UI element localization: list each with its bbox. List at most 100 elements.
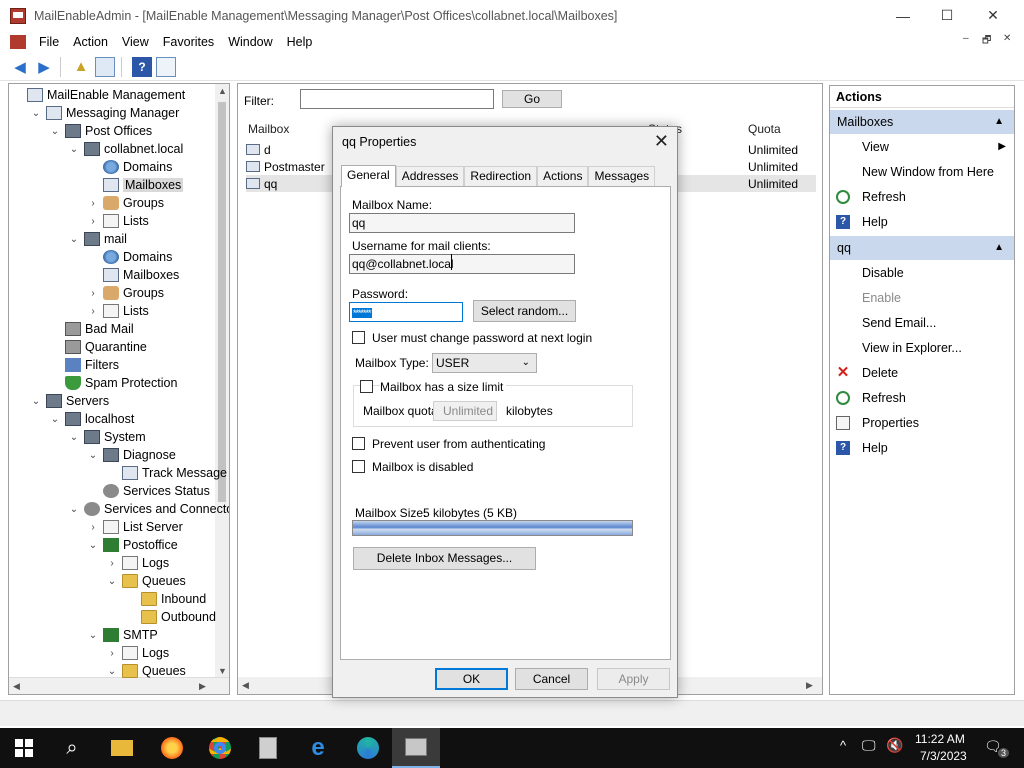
ok-button[interactable]: OK	[435, 668, 508, 690]
action-view[interactable]: View ▶	[830, 134, 1014, 159]
tab-messages[interactable]: Messages	[588, 166, 656, 186]
scroll-right-icon[interactable]: ▶	[806, 680, 813, 691]
minimize-button[interactable]: —	[880, 0, 926, 31]
collapse-icon[interactable]: ▲	[994, 236, 1004, 260]
tree-item[interactable]: Services Status	[87, 482, 210, 500]
search-icon[interactable]: ⌕	[48, 728, 96, 768]
chevron-right-icon[interactable]: ›	[87, 198, 99, 209]
chevron-down-icon[interactable]: ⌄	[49, 126, 61, 137]
chevron-down-icon[interactable]: ⌄	[87, 630, 99, 641]
collapse-icon[interactable]: ▲	[994, 110, 1004, 134]
windows-start-icon[interactable]	[0, 728, 48, 768]
help-icon[interactable]: ?	[132, 56, 152, 77]
tree-item[interactable]: Mailboxes	[87, 176, 184, 194]
chevron-down-icon[interactable]: ⌄	[68, 144, 80, 155]
edge-icon[interactable]	[344, 728, 392, 768]
chevron-down-icon[interactable]: ⌄	[68, 504, 80, 515]
forward-arrow-icon[interactable]: ▶	[34, 57, 54, 77]
chevron-down-icon[interactable]: ⌄	[87, 450, 99, 461]
action-help[interactable]: ? Help	[830, 209, 1014, 234]
scroll-left-icon[interactable]: ◀	[242, 680, 249, 691]
scroll-right-icon[interactable]: ▶	[199, 681, 206, 692]
actions-section-qq[interactable]: qq ▲	[830, 236, 1014, 260]
chevron-down-icon[interactable]: ⌄	[30, 108, 42, 119]
scroll-thumb[interactable]	[218, 102, 226, 502]
prevent-auth-checkbox[interactable]	[352, 437, 365, 450]
chevron-right-icon[interactable]: ›	[87, 216, 99, 227]
mailbox-disabled-checkbox[interactable]	[352, 460, 365, 473]
must-change-password-checkbox[interactable]	[352, 331, 365, 344]
maximize-button[interactable]: ☐	[924, 0, 970, 31]
file-explorer-icon[interactable]	[98, 728, 146, 768]
tree-item[interactable]: ⌄ Queues	[106, 662, 186, 680]
chevron-down-icon[interactable]: ⌄	[49, 414, 61, 425]
up-folder-icon[interactable]: ▲	[71, 57, 91, 77]
tab-general[interactable]: General	[341, 165, 396, 187]
scroll-up-icon[interactable]: ▲	[218, 86, 227, 96]
tree-item[interactable]: Track Message	[106, 464, 227, 482]
dialog-close-icon[interactable]: ✕	[654, 131, 669, 152]
mmc-icon[interactable]	[10, 35, 26, 49]
action-refresh[interactable]: Refresh	[830, 385, 1014, 410]
chevron-down-icon[interactable]: ⌄	[106, 576, 118, 587]
tree-item[interactable]: › Lists	[87, 212, 149, 230]
mailbox-type-select[interactable]: USER ⌄	[432, 353, 537, 373]
tab-redirection[interactable]: Redirection	[464, 166, 538, 186]
menu-action[interactable]: Action	[66, 35, 115, 49]
tree-item[interactable]: › Lists	[87, 302, 149, 320]
tree-item[interactable]: › List Server	[87, 518, 183, 536]
username-field[interactable]: qq@collabnet.local	[349, 254, 575, 274]
menu-help[interactable]: Help	[280, 35, 320, 49]
back-arrow-icon[interactable]: ◀	[10, 57, 30, 77]
tree-item[interactable]: ⌄ collabnet.local	[68, 140, 183, 158]
tab-addresses[interactable]: Addresses	[395, 166, 465, 186]
close-button[interactable]: ✕	[970, 0, 1016, 31]
tree-item[interactable]: Mailboxes	[87, 266, 179, 284]
go-button[interactable]: Go	[502, 90, 562, 108]
tree-item[interactable]: ⌄ Postoffice	[87, 536, 178, 554]
mdi-close-button[interactable]: ✕	[1003, 33, 1011, 44]
tree-item[interactable]: ⌄ System	[68, 428, 146, 446]
chevron-right-icon[interactable]: ›	[106, 558, 118, 569]
tree-item[interactable]: ⌄ SMTP	[87, 626, 158, 644]
tree-item[interactable]: Bad Mail	[49, 320, 134, 338]
tree-item[interactable]: Domains	[87, 158, 172, 176]
chevron-down-icon[interactable]: ⌄	[68, 234, 80, 245]
menu-favorites[interactable]: Favorites	[156, 35, 221, 49]
select-random-button[interactable]: Select random...	[473, 300, 576, 322]
chevron-down-icon[interactable]: ⌄	[30, 396, 42, 407]
action-disable[interactable]: Disable	[830, 260, 1014, 285]
tree-item[interactable]: › Logs	[106, 554, 169, 572]
volume-muted-icon[interactable]: 🔇	[886, 737, 903, 754]
clock-time[interactable]: 11:22 AM	[915, 732, 965, 746]
tree-item[interactable]: Spam Protection	[49, 374, 177, 392]
tree-item[interactable]: ⌄ mail	[68, 230, 127, 248]
tree-item[interactable]: ⌄ Post Offices	[49, 122, 152, 140]
tab-actions[interactable]: Actions	[537, 166, 589, 186]
chevron-right-icon[interactable]: ›	[87, 306, 99, 317]
chevron-right-icon[interactable]: ›	[87, 288, 99, 299]
tree-item[interactable]: MailEnable Management	[11, 86, 185, 104]
internet-explorer-icon[interactable]: e	[294, 728, 342, 768]
chevron-down-icon[interactable]: ⌄	[68, 432, 80, 443]
chevron-down-icon[interactable]: ⌄	[87, 540, 99, 551]
menu-view[interactable]: View	[115, 35, 156, 49]
tree-item[interactable]: ⌄ Messaging Manager	[30, 104, 179, 122]
action-refresh[interactable]: Refresh	[830, 184, 1014, 209]
firefox-icon[interactable]	[148, 728, 196, 768]
action-view-in-explorer[interactable]: View in Explorer...	[830, 335, 1014, 360]
filter-input[interactable]	[300, 89, 494, 109]
show-hide-tree-icon[interactable]	[95, 56, 115, 77]
tree-item[interactable]: Outbound	[125, 608, 216, 626]
tray-overflow-icon[interactable]: ^	[840, 738, 846, 753]
tree-item[interactable]: ⌄ Services and Connector	[68, 500, 229, 518]
action-send-email[interactable]: Send Email...	[830, 310, 1014, 335]
mdi-minimize-button[interactable]: –	[963, 33, 969, 44]
actions-section-mailboxes[interactable]: Mailboxes ▲	[830, 110, 1014, 134]
server-manager-icon[interactable]	[244, 728, 292, 768]
tree-item[interactable]: Domains	[87, 248, 172, 266]
tree-item[interactable]: ⌄ Diagnose	[87, 446, 176, 464]
tree-vertical-scrollbar[interactable]: ▲ ▼	[215, 84, 229, 678]
chevron-right-icon[interactable]: ›	[87, 522, 99, 533]
column-quota[interactable]: Quota	[748, 122, 781, 136]
